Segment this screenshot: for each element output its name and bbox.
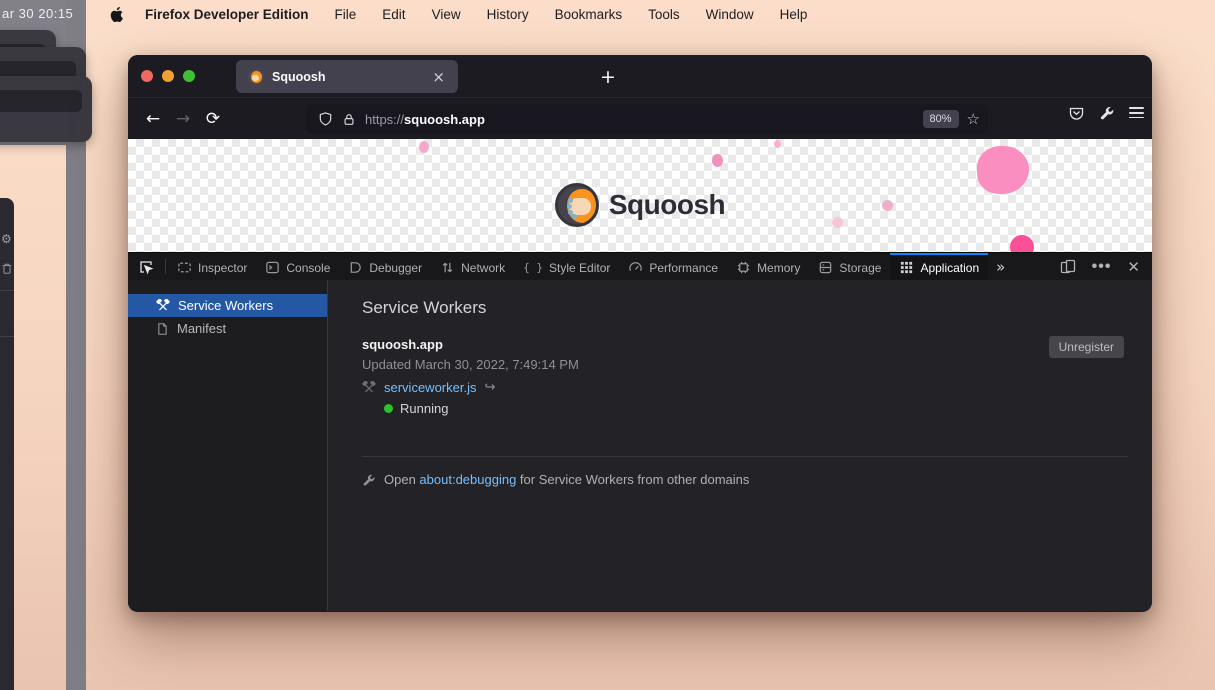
pink-blob — [712, 154, 723, 167]
worker-updated-timestamp: Updated March 30, 2022, 7:49:14 PM — [362, 357, 579, 372]
pink-blob — [419, 141, 429, 153]
menubar-clock: ar 30 20:15 — [2, 6, 64, 21]
devtools-tab-performance[interactable]: Performance — [619, 253, 727, 280]
pocket-icon[interactable] — [1068, 105, 1085, 121]
squoosh-logo-icon — [555, 183, 599, 227]
pink-blob-bright — [1010, 235, 1034, 252]
unregister-button[interactable]: Unregister — [1049, 336, 1124, 358]
console-icon — [265, 260, 280, 275]
worker-status-row: Running — [384, 401, 448, 416]
pink-blob — [774, 140, 781, 148]
forward-button[interactable]: → — [168, 104, 198, 134]
style-editor-icon: { } — [523, 261, 543, 274]
menu-file[interactable]: File — [335, 7, 357, 22]
devtools-toolbar: Inspector Console Debugger Network { } S… — [128, 252, 1152, 280]
service-workers-panel: Service Workers squoosh.app Updated Marc… — [328, 280, 1152, 611]
zoom-window-button[interactable] — [183, 70, 195, 82]
devtools-tab-memory[interactable]: Memory — [727, 253, 809, 280]
back-button[interactable]: ← — [138, 104, 168, 134]
tab-title: Squoosh — [272, 70, 429, 84]
worker-status-label: Running — [400, 401, 448, 416]
devtools-tab-inspector[interactable]: Inspector — [168, 253, 256, 280]
devtools-overflow-chevron[interactable]: » — [988, 253, 1013, 280]
manifest-file-icon — [156, 322, 169, 336]
sidebar-item-service-workers[interactable]: Service Workers — [128, 294, 327, 317]
wrench-icon — [362, 473, 376, 487]
bookmark-star-icon[interactable]: ☆ — [967, 110, 980, 128]
trash-icon — [1, 262, 13, 275]
service-worker-icon — [156, 299, 170, 313]
menu-hamburger-icon[interactable] — [1129, 104, 1144, 121]
menu-history[interactable]: History — [487, 7, 529, 22]
menu-bookmarks[interactable]: Bookmarks — [555, 7, 623, 22]
worker-script-link[interactable]: serviceworker.js — [384, 380, 476, 395]
tab-squoosh[interactable]: Squoosh × — [236, 60, 458, 93]
service-worker-icon — [362, 381, 376, 395]
devtools-panel: Service Workers Manifest Service Workers… — [128, 280, 1152, 611]
firefox-window: Squoosh × + ← → ⟳ https://squoosh.app 80… — [128, 55, 1152, 612]
shield-icon[interactable] — [318, 111, 333, 127]
worker-row: serviceworker.js ↪ — [362, 380, 495, 395]
devtools-tab-console[interactable]: Console — [256, 253, 339, 280]
menu-window[interactable]: Window — [706, 7, 754, 22]
devtools-tab-storage[interactable]: Storage — [809, 253, 890, 280]
menubar-app-name[interactable]: Firefox Developer Edition — [145, 7, 309, 22]
performance-icon — [628, 260, 643, 275]
network-icon — [440, 260, 455, 275]
memory-icon — [736, 260, 751, 275]
background-window — [0, 76, 92, 142]
about-debugging-link[interactable]: about:debugging — [419, 472, 516, 487]
jump-to-source-icon[interactable]: ↪ — [484, 380, 495, 395]
tab-bar: Squoosh × + — [128, 55, 1152, 97]
page-content: Squoosh — [128, 139, 1152, 252]
menu-tools[interactable]: Tools — [648, 7, 680, 22]
tab-close-icon[interactable]: × — [429, 68, 448, 86]
debugger-icon — [348, 260, 363, 275]
squoosh-header: Squoosh — [128, 183, 1152, 227]
background-toolbar-strip: ⚙ — [0, 198, 14, 690]
devtools-meatball-menu-icon[interactable]: ••• — [1092, 258, 1112, 276]
url-text[interactable]: https://squoosh.app — [365, 112, 923, 127]
devtools-tab-debugger[interactable]: Debugger — [339, 253, 431, 280]
devtools-tab-style-editor[interactable]: { } Style Editor — [514, 253, 619, 280]
navigation-toolbar: ← → ⟳ https://squoosh.app 80% ☆ — [128, 97, 1152, 139]
devtools-tab-network[interactable]: Network — [431, 253, 514, 280]
macos-menubar: Firefox Developer Edition File Edit View… — [86, 0, 1215, 28]
squoosh-favicon-icon — [248, 69, 264, 85]
close-window-button[interactable] — [141, 70, 153, 82]
worker-origin: squoosh.app — [362, 337, 443, 352]
devtools-tab-application[interactable]: Application — [890, 253, 988, 280]
running-status-icon — [384, 404, 393, 413]
inspector-icon — [177, 260, 192, 275]
panel-heading: Service Workers — [362, 298, 486, 318]
about-debugging-row: Open about:debugging for Service Workers… — [362, 472, 749, 487]
squoosh-wordmark: Squoosh — [609, 189, 725, 221]
footer-text: Open about:debugging for Service Workers… — [384, 472, 749, 487]
menu-view[interactable]: View — [432, 7, 461, 22]
minimize-window-button[interactable] — [162, 70, 174, 82]
storage-icon — [818, 260, 833, 275]
apple-logo-icon[interactable] — [110, 6, 125, 23]
application-sidebar: Service Workers Manifest — [128, 280, 328, 611]
application-icon — [899, 260, 914, 275]
menu-edit[interactable]: Edit — [382, 7, 405, 22]
lock-icon[interactable] — [342, 112, 356, 127]
menu-help[interactable]: Help — [780, 7, 808, 22]
devtools-close-icon[interactable]: ✕ — [1127, 258, 1140, 276]
gear-icon: ⚙ — [1, 232, 12, 246]
zoom-level-badge[interactable]: 80% — [923, 110, 959, 128]
responsive-design-mode-icon[interactable] — [1060, 259, 1076, 275]
devtools-wrench-icon[interactable] — [1099, 105, 1115, 121]
sidebar-item-manifest[interactable]: Manifest — [128, 317, 327, 340]
new-tab-button[interactable]: + — [594, 63, 622, 91]
pick-element-icon[interactable] — [128, 253, 163, 280]
panel-divider — [362, 456, 1128, 457]
reload-button[interactable]: ⟳ — [198, 104, 228, 134]
url-bar[interactable]: https://squoosh.app 80% ☆ — [306, 104, 988, 134]
